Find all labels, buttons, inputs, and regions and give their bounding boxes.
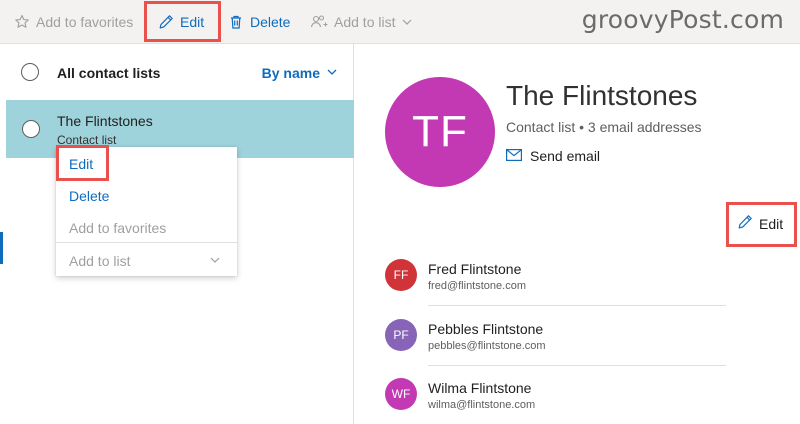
chevron-down-icon — [401, 16, 413, 28]
sort-label: By name — [261, 65, 320, 81]
member-name: Pebbles Flintstone — [428, 321, 544, 337]
list-header-title: All contact lists — [57, 65, 161, 81]
member-row[interactable]: FF Fred Flintstone fred@flintstone.com — [385, 259, 726, 319]
member-row[interactable]: WF Wilma Flintstone wilma@flintstone.com — [385, 378, 725, 424]
selection-accent-bar — [0, 232, 3, 264]
member-email: wilma@flintstone.com — [428, 399, 536, 411]
pencil-icon — [737, 214, 753, 233]
member-separator — [428, 305, 726, 306]
edit-label: Edit — [759, 215, 784, 232]
context-menu-add-to-favorites[interactable]: Add to favorites — [69, 220, 166, 236]
member-email: pebbles@flintstone.com — [428, 340, 546, 352]
member-name: Fred Flintstone — [428, 261, 522, 277]
add-to-favorites-button[interactable]: Add to favorites — [6, 0, 141, 44]
context-menu-edit[interactable]: Edit — [69, 156, 93, 172]
member-separator — [428, 365, 726, 366]
group-name: The Flintstones — [506, 80, 698, 111]
sort-by-button[interactable]: By name — [262, 65, 338, 81]
context-menu-delete[interactable]: Delete — [69, 188, 109, 204]
chevron-down-icon — [209, 253, 221, 271]
group-subtitle: Contact list • 3 email addresses — [506, 119, 702, 135]
contact-list-type: Contact list — [57, 133, 117, 147]
add-to-list-label: Add to list — [334, 13, 396, 30]
add-people-icon — [310, 14, 328, 30]
chevron-down-icon — [326, 65, 338, 81]
context-menu-divider — [56, 242, 237, 243]
add-to-favorites-label: Add to favorites — [36, 13, 134, 30]
trash-icon — [228, 14, 244, 30]
member-avatar: FF — [385, 259, 417, 291]
mail-icon — [506, 148, 523, 164]
member-avatar: WF — [385, 378, 417, 410]
contact-list-name: The Flintstones — [57, 113, 153, 129]
context-menu: Edit Delete Add to favorites Add to list — [56, 147, 237, 276]
list-header: All contact lists By name — [0, 44, 354, 100]
context-menu-add-to-list[interactable]: Add to list — [69, 253, 130, 269]
delete-label: Delete — [250, 13, 291, 30]
member-row[interactable]: PF Pebbles Flintstone pebbles@flintstone… — [385, 319, 726, 379]
command-bar: Add to favorites Edit Delete Add to list… — [0, 0, 800, 44]
delete-button[interactable]: Delete — [220, 0, 298, 44]
add-to-list-button[interactable]: Add to list — [302, 0, 421, 44]
star-icon — [14, 14, 30, 30]
send-email-label: Send email — [530, 148, 601, 164]
edit-contact-list-button[interactable]: Edit — [737, 214, 783, 233]
edit-label: Edit — [180, 13, 205, 30]
contact-detail-pane: TF The Flintstones Contact list • 3 emai… — [355, 44, 800, 424]
member-avatar: PF — [385, 319, 417, 351]
member-email: fred@flintstone.com — [428, 280, 526, 292]
group-avatar: TF — [385, 77, 495, 187]
edit-button[interactable]: Edit — [150, 0, 212, 44]
watermark-text: groovyPost.com — [581, 5, 784, 34]
member-name: Wilma Flintstone — [428, 380, 532, 396]
send-email-button[interactable]: Send email — [506, 148, 600, 164]
select-all-radio[interactable] — [21, 63, 39, 81]
item-select-radio[interactable] — [22, 120, 40, 138]
pencil-icon — [158, 14, 174, 30]
